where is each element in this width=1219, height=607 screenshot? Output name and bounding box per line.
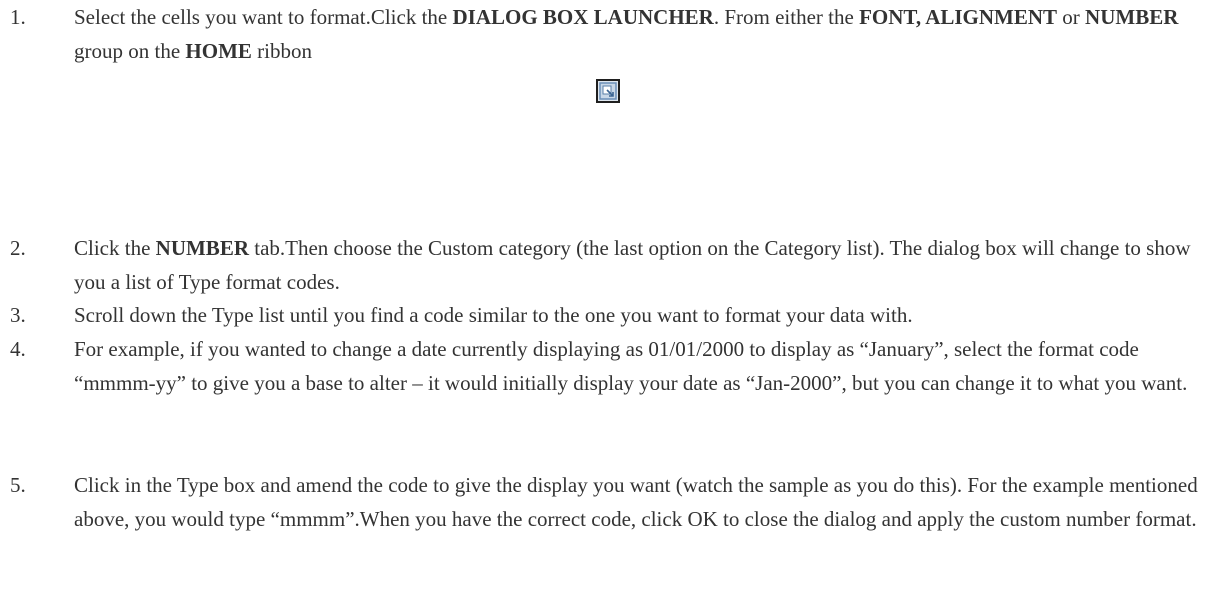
step-number: 2. (10, 236, 26, 260)
step-number: 1. (10, 5, 26, 29)
step-number: 5. (10, 473, 26, 497)
step-3: 3. Scroll down the Type list until you f… (0, 298, 1219, 332)
step-number: 3. (10, 303, 26, 327)
step-text: Click in the Type box and amend the code… (74, 473, 1198, 531)
dialog-box-launcher-icon (596, 79, 620, 103)
step-number: 4. (10, 337, 26, 361)
dialog-box-launcher-glyph (599, 82, 617, 100)
step-text: For example, if you wanted to change a d… (74, 337, 1188, 395)
step-4: 4. For example, if you wanted to change … (0, 332, 1219, 400)
step-text: Scroll down the Type list until you find… (74, 303, 913, 327)
step-text: Click the NUMBER tab.Then choose the Cus… (74, 236, 1191, 294)
step-2: 2. Click the NUMBER tab.Then choose the … (0, 231, 1219, 299)
step-5: 5. Click in the Type box and amend the c… (0, 468, 1219, 536)
step-text: Select the cells you want to format.Clic… (74, 5, 1179, 63)
step-1: 1. Select the cells you want to format.C… (0, 0, 1219, 68)
